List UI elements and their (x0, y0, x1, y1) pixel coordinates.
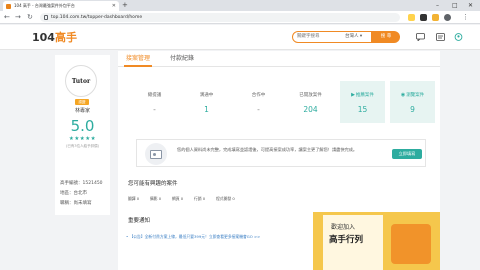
browser-tab-bar: 104 高手 - 台灣最強案件外包平台 ✕ + – □ ✕ (0, 0, 480, 11)
stat-viewed-cases[interactable]: ◉瀏覽案件 9 (390, 81, 435, 123)
profile-title: 職稱：尚未填寫 (60, 201, 92, 206)
fill-now-button[interactable]: 立即填寫 (392, 149, 422, 159)
banner-line-1: 歡迎加入 (331, 224, 356, 231)
interest-chip[interactable]: 行銷 0 (194, 196, 205, 202)
notice-text: 您的個人資料尚未完整，完成填寫並認證後，可提高接案成功率，讓案主更了解您！請盡快… (177, 147, 358, 152)
stat-value: - (153, 105, 156, 114)
stat-collaborating[interactable]: 合作中 - (236, 81, 281, 123)
tab-payment-records[interactable]: 付款紀錄 (170, 55, 194, 63)
stat-label: 溝通中 (199, 93, 214, 98)
avatar-logo-text: Tutor (71, 77, 91, 85)
menu-icon[interactable]: ⋮ (462, 13, 469, 22)
stat-label: 合作中 (251, 93, 266, 98)
lock-icon (44, 15, 48, 20)
stats-row: 總提議 - 溝通中 1 合作中 - 已開放案件 204 ▶推薦案件 15 ◉瀏覽… (126, 81, 435, 123)
address-bar: ← → ↻ top.104.com.tw/topper-dashboard/ho… (0, 11, 480, 24)
stat-value: 15 (357, 105, 368, 114)
stat-open-cases[interactable]: 已開放案件 204 (288, 81, 333, 123)
stat-recommended-cases[interactable]: ▶推薦案件 15 (340, 81, 385, 123)
interest-chip[interactable]: 攝影 0 (150, 196, 161, 202)
extension-icon[interactable] (408, 14, 415, 21)
stat-label-text: 瀏覽案件 (406, 93, 425, 98)
eye-icon: ◉ (400, 92, 406, 98)
play-icon: ▶ (351, 92, 355, 98)
chat-icon[interactable] (416, 33, 425, 41)
banner-graphic (391, 224, 431, 264)
close-icon[interactable]: ✕ (112, 3, 116, 9)
id-card-icon (145, 143, 167, 165)
dashboard-tabs: 接案管理 付款紀錄 (118, 51, 440, 67)
stat-label: 已開放案件 (299, 93, 322, 98)
site-header: 104高手 台灣人 ▾ 搜 尋 (0, 25, 480, 50)
site-logo[interactable]: 104高手 (32, 31, 77, 44)
notification-link[interactable]: • 【公告】全新付費方案上線，最低只要399元！立即查看更多接案機會GO >> (126, 234, 260, 240)
profile-icon[interactable] (444, 14, 451, 21)
favicon-icon (6, 3, 11, 9)
interest-chip[interactable]: 程式開發 0 (216, 196, 235, 202)
stat-label-text: 推薦案件 (355, 93, 374, 98)
profile-id: 高手編號：1521450 (60, 181, 103, 186)
tab-title: 104 高手 - 台灣最強案件外包平台 (14, 3, 75, 8)
forward-icon[interactable]: → (15, 13, 21, 22)
maximize-icon[interactable]: □ (452, 1, 458, 10)
extension-icon[interactable] (432, 14, 439, 21)
interest-chip[interactable]: 翻譯 0 (128, 196, 139, 202)
logo-number: 104 (32, 31, 55, 44)
stat-value: 9 (410, 105, 415, 114)
new-tab-icon[interactable]: + (122, 1, 128, 10)
minimize-icon[interactable]: – (436, 1, 439, 10)
back-icon[interactable]: ← (4, 13, 10, 22)
stat-value: - (257, 105, 260, 114)
search-button[interactable]: 搜 尋 (372, 31, 400, 43)
join-topper-banner[interactable]: 歡迎加入 高手行列 (313, 212, 440, 270)
stat-value: 1 (204, 105, 209, 114)
rating-score: 5.0 (70, 117, 95, 135)
interest-chip[interactable]: 網頁 0 (172, 196, 183, 202)
stat-label: 總提議 (147, 93, 162, 98)
stat-communicating[interactable]: 溝通中 1 (184, 81, 229, 123)
stat-total-proposals[interactable]: 總提議 - (132, 81, 177, 123)
rating-stars: ★★★★★ (68, 136, 97, 142)
tab-case-management[interactable]: 接案管理 (123, 55, 153, 67)
verified-badge: 認證 (75, 99, 89, 105)
banner-line-2: 高手行列 (329, 235, 364, 245)
profile-region: 地區：台北市 (60, 191, 87, 196)
window-close-icon[interactable]: ✕ (468, 1, 473, 10)
account-icon[interactable] (454, 33, 463, 41)
interest-title: 您可能有興趣的案件 (128, 181, 178, 187)
url-field[interactable]: top.104.com.tw/topper-dashboard/home (40, 13, 400, 22)
notifications-title: 重要通知 (128, 218, 151, 224)
extension-icon[interactable] (420, 14, 427, 21)
reload-icon[interactable]: ↻ (27, 13, 33, 22)
search-box: 台灣人 ▾ (292, 31, 372, 43)
profile-name: 林專家 (74, 108, 90, 114)
search-input[interactable] (297, 32, 341, 42)
avatar: Tutor (65, 65, 97, 97)
notification-icon[interactable] (436, 33, 445, 41)
profile-card: Tutor 認證 林專家 5.0 ★★★★★ (已有3位人給予評價) 高手編號：… (55, 55, 110, 215)
logo-text: 高手 (54, 31, 77, 44)
profile-notice: 您的個人資料尚未完整，完成填寫並認證後，可提高接案成功率，讓案主更了解您！請盡快… (136, 139, 426, 167)
stat-value: 204 (303, 105, 318, 114)
stat-label: ▶推薦案件 (340, 92, 385, 98)
browser-tab[interactable]: 104 高手 - 台灣最強案件外包平台 ✕ (3, 1, 119, 11)
review-count: (已有3位人給予評價) (66, 144, 99, 148)
stat-label: ◉瀏覽案件 (390, 92, 435, 98)
search-category-select[interactable]: 台灣人 ▾ (345, 32, 362, 42)
